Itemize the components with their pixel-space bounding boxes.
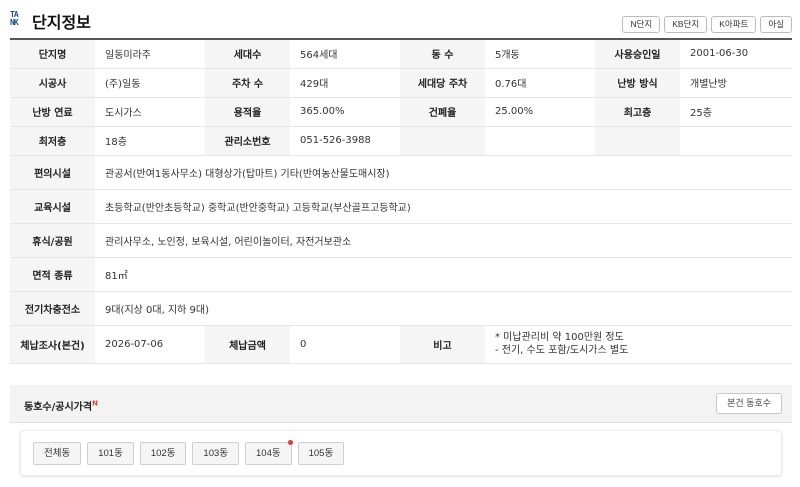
table-row: 체납조사(본건) 2026-07-06 체납금액 0 비고 * 미납관리비 약 …: [10, 325, 792, 364]
table-row: 전기차충전소 9대(지상 0대, 지하 9대): [10, 291, 792, 326]
label-arrears-amount: 체납금액: [205, 325, 290, 364]
value-area-types: 81㎡: [95, 257, 792, 292]
value-schools: 초등학교(반안초등학교) 중학교(반안중학교) 고등학교(부산골프고등학교): [95, 189, 792, 224]
table-row: 최저층 18층 관리소번호 051-526-3988: [10, 126, 792, 156]
value-building-count: 5개동: [485, 39, 595, 69]
label-complex-name: 단지명: [10, 39, 95, 69]
value-households: 564세대: [290, 39, 400, 69]
label-max-floor: 최고층: [595, 97, 680, 127]
value-max-floor: 25층: [680, 97, 792, 127]
value-parking: 429대: [290, 68, 400, 98]
unit-price-section-bar: 동호수/공시가격N 본건 동호수: [10, 385, 792, 423]
building-tabs: 전체동 101동 102동 103동 104동 105동: [33, 440, 345, 465]
label-parking: 주차 수: [205, 68, 290, 98]
section-title: 동호수/공시가격N: [24, 398, 98, 413]
label-floor-area-ratio: 용적율: [205, 97, 290, 127]
label-heating-fuel: 난방 연료: [10, 97, 95, 127]
value-approval-date: 2001-06-30: [680, 39, 792, 69]
tab-building-101[interactable]: 101동: [87, 442, 134, 465]
own-unit-button[interactable]: 본건 동호수: [716, 393, 782, 414]
label-empty: [595, 126, 680, 156]
value-building-coverage: 25.00%: [485, 97, 595, 127]
value-ev-charger: 9대(지상 0대, 지하 9대): [95, 291, 792, 326]
remarks-line-1: * 미납관리비 약 100만원 정도: [495, 332, 624, 343]
header: TA NK 단지정보 N단지 KB단지 K아파트 아실: [10, 8, 792, 33]
label-schools: 교육시설: [10, 189, 95, 224]
k-apartment-button[interactable]: K아파트: [711, 16, 757, 33]
tab-building-105[interactable]: 105동: [297, 442, 345, 465]
value-constructor: (주)일동: [95, 68, 205, 98]
table-row: 휴식/공원 관리사무소, 노인정, 보육시설, 어린이놀이터, 자전거보관소: [10, 223, 792, 258]
label-amenities: 편의시설: [10, 155, 95, 190]
value-floor-area-ratio: 365.00%: [290, 97, 400, 127]
tab-building-104[interactable]: 104동: [245, 440, 293, 465]
value-arrears-date: 2026-07-06: [95, 325, 205, 364]
table-row: 시공사 (주)일동 주차 수 429대 세대당 주차 0.76대 난방 방식 개…: [10, 68, 792, 98]
value-empty: [680, 126, 792, 156]
complex-info-table: 단지명 일동미라주 세대수 564세대 동 수 5개동 사용승인일 2001-0…: [10, 38, 792, 364]
value-min-floor: 18층: [95, 126, 205, 156]
label-constructor: 시공사: [10, 68, 95, 98]
kb-danji-button[interactable]: KB단지: [664, 16, 708, 33]
remarks-line-2: - 전기, 수도 포함/도시가스 별도: [495, 345, 629, 356]
label-building-coverage: 건폐율: [400, 97, 485, 127]
table-row: 편의시설 관공서(반여1동사무소) 대형상가(탑마트) 기타(반여농산물도매시장…: [10, 155, 792, 190]
label-empty: [400, 126, 485, 156]
table-row: 난방 연료 도시가스 용적율 365.00% 건폐율 25.00% 최고층 25…: [10, 97, 792, 127]
building-tabs-panel: 전체동 101동 102동 103동 104동 105동: [20, 430, 782, 476]
tab-label: 104동: [256, 448, 281, 459]
label-approval-date: 사용승인일: [595, 39, 680, 69]
value-office-phone: 051-526-3988: [290, 126, 400, 156]
tank-logo: TA NK: [10, 11, 27, 28]
value-heating-type: 개별난방: [680, 68, 792, 98]
asil-button[interactable]: 아실: [760, 16, 792, 33]
label-office-phone: 관리소번호: [205, 126, 290, 156]
value-amenities: 관공서(반여1동사무소) 대형상가(탑마트) 기타(반여농산물도매시장): [95, 155, 792, 190]
table-row: 면적 종류 81㎡: [10, 257, 792, 292]
value-heating-fuel: 도시가스: [95, 97, 205, 127]
external-link-buttons: N단지 KB단지 K아파트 아실: [622, 16, 792, 33]
value-parking-per-household: 0.76대: [485, 68, 595, 98]
n-danji-button[interactable]: N단지: [622, 16, 661, 33]
label-parking-per-household: 세대당 주차: [400, 68, 485, 98]
label-area-types: 면적 종류: [10, 257, 95, 292]
new-badge: N: [92, 399, 98, 408]
page-title: 단지정보: [32, 13, 91, 32]
tab-building-102[interactable]: 102동: [139, 442, 187, 465]
label-heating-type: 난방 방식: [595, 68, 680, 98]
tab-all-buildings[interactable]: 전체동: [33, 442, 82, 465]
marker-dot-icon: [287, 440, 293, 445]
label-households: 세대수: [205, 39, 290, 69]
value-empty: [485, 126, 595, 156]
value-complex-name: 일동미라주: [95, 39, 205, 69]
value-arrears-amount: 0: [290, 325, 400, 364]
label-building-count: 동 수: [400, 39, 485, 69]
value-remarks: * 미납관리비 약 100만원 정도 - 전기, 수도 포함/도시가스 별도: [485, 325, 792, 364]
tab-building-103[interactable]: 103동: [192, 442, 240, 465]
table-row: 단지명 일동미라주 세대수 564세대 동 수 5개동 사용승인일 2001-0…: [10, 39, 792, 69]
logo-text-bottom: NK: [10, 18, 19, 27]
section-title-text: 동호수/공시가격: [24, 402, 93, 413]
label-remarks: 비고: [400, 325, 485, 364]
label-parks: 휴식/공원: [10, 223, 95, 258]
label-arrears-survey: 체납조사(본건): [10, 325, 95, 364]
label-ev-charger: 전기차충전소: [10, 291, 95, 326]
label-min-floor: 최저층: [10, 126, 95, 156]
table-row: 교육시설 초등학교(반안초등학교) 중학교(반안중학교) 고등학교(부산골프고등…: [10, 189, 792, 224]
value-parks: 관리사무소, 노인정, 보육시설, 어린이놀이터, 자전거보관소: [95, 223, 792, 258]
